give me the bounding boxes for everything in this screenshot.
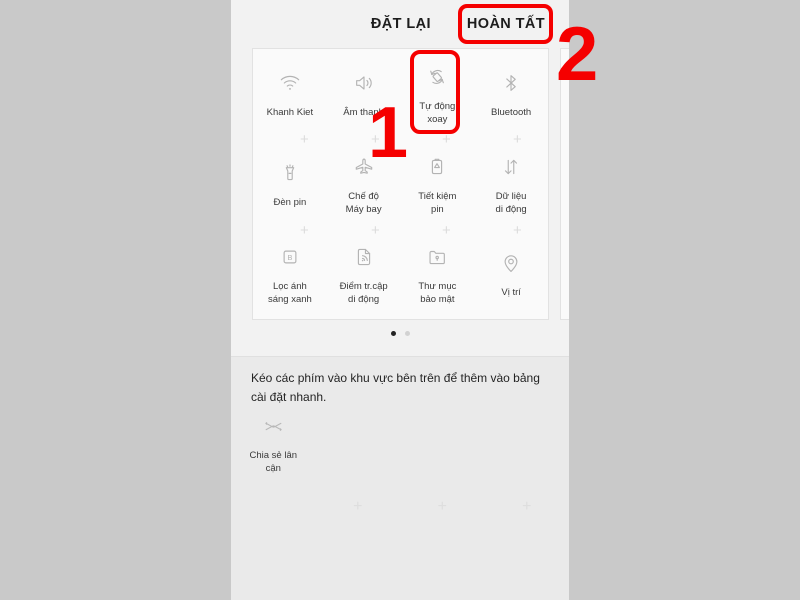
flashlight-icon xyxy=(275,158,305,188)
blue-light-filter-icon: B xyxy=(275,242,305,272)
secure-folder-icon xyxy=(422,242,452,272)
wifi-icon xyxy=(275,68,305,98)
drag-hint-text: Kéo các phím vào khu vực bên trên để thê… xyxy=(251,371,540,404)
qs-tile-label: Đèn pin xyxy=(273,197,307,209)
auto-rotate-icon xyxy=(422,62,452,92)
qs-tile-label: Âm thanh xyxy=(343,107,384,119)
nearby-share-icon xyxy=(259,412,287,440)
quick-settings-editor-card: Khanh Kiet Âm thanh Tự động xoay Bluetooth Đ… xyxy=(252,48,549,320)
qs-tile-blue-light-filter[interactable]: B Lọc ánh sáng xanh xyxy=(253,229,327,319)
qs-tile-flashlight[interactable]: Đèn pin xyxy=(253,139,327,229)
page-dot-1[interactable] xyxy=(390,331,396,336)
qs-tile-label: Bluetooth xyxy=(491,107,532,119)
tray-empty-slot xyxy=(485,412,570,475)
quick-settings-next-page-peek[interactable] xyxy=(560,48,569,320)
qs-tile-label: Khanh Kiet xyxy=(266,107,314,119)
qs-tile-mobile-data[interactable]: Dữ liệu di động xyxy=(474,139,548,229)
phone-screen: ĐẶT LẠI HOÀN TẤT Khanh Kiet Âm thanh Tự độ… xyxy=(231,0,569,600)
qs-tile-auto-rotate[interactable]: Tự động xoay xyxy=(401,49,475,139)
qs-tile-label: Điểm tr.cập di động xyxy=(339,280,388,305)
row-separator-plus: + xyxy=(300,131,309,148)
row-separator-plus: + xyxy=(442,222,451,239)
tray-placeholder-slot[interactable]: + xyxy=(485,493,570,515)
tray-empty-slot xyxy=(231,493,316,515)
available-tile-nearby-share[interactable]: Chia sẻ lân cận xyxy=(231,412,316,475)
qs-tile-bluetooth[interactable]: Bluetooth xyxy=(474,49,548,139)
row-separator-plus: + xyxy=(513,222,522,239)
page-indicator xyxy=(231,331,569,336)
qs-tile-battery-saver[interactable]: Tiết kiệm pin xyxy=(401,139,475,229)
hotspot-icon xyxy=(349,242,379,272)
mobile-data-icon xyxy=(496,152,526,182)
airplane-icon xyxy=(349,152,379,182)
qs-tile-label: Vị trí xyxy=(501,287,521,299)
qs-tile-airplane[interactable]: Chế độ Máy bay xyxy=(327,139,401,229)
available-tile-label: Chia sẻ lân cận xyxy=(249,450,298,474)
qs-tile-secure-folder[interactable]: Thư mục bảo mật xyxy=(401,229,475,319)
qs-tile-label: Tự động xoay xyxy=(419,100,456,125)
battery-saver-icon xyxy=(422,152,452,182)
available-tiles-grid: Chia sẻ lân cận + + + xyxy=(231,412,569,515)
bluetooth-icon xyxy=(496,68,526,98)
row-separator-plus: + xyxy=(442,131,451,148)
qs-tile-label: Tiết kiệm pin xyxy=(418,190,457,215)
row-separator-plus: + xyxy=(371,131,380,148)
qs-tile-wifi[interactable]: Khanh Kiet xyxy=(253,49,327,139)
qs-tile-label: Thư mục bảo mật xyxy=(418,280,457,305)
tray-placeholder-slot[interactable]: + xyxy=(400,493,485,515)
done-button[interactable]: HOÀN TẤT xyxy=(461,12,551,36)
page-dot-2[interactable] xyxy=(404,331,410,336)
row-separator-plus: + xyxy=(371,222,380,239)
sound-icon xyxy=(349,68,379,98)
available-tiles-area: Kéo các phím vào khu vực bên trên để thê… xyxy=(231,357,569,600)
row-separator-plus: + xyxy=(513,131,522,148)
qs-tile-label: Dữ liệu di động xyxy=(495,190,527,215)
tray-empty-slot xyxy=(400,412,485,475)
location-icon xyxy=(496,248,526,278)
tray-placeholder-slot[interactable]: + xyxy=(316,493,401,515)
qs-tile-label: Chế độ Máy bay xyxy=(345,190,382,215)
action-bar: ĐẶT LẠI HOÀN TẤT xyxy=(231,0,569,48)
qs-tile-location[interactable]: Vị trí xyxy=(474,229,548,319)
qs-tile-label: Lọc ánh sáng xanh xyxy=(267,280,312,305)
qs-tile-sound[interactable]: Âm thanh xyxy=(327,49,401,139)
svg-text:B: B xyxy=(287,253,292,262)
qs-tile-hotspot[interactable]: Điểm tr.cập di động xyxy=(327,229,401,319)
quick-settings-grid: Khanh Kiet Âm thanh Tự động xoay Bluetooth Đ… xyxy=(253,49,548,319)
row-separator-plus: + xyxy=(300,222,309,239)
reset-button[interactable]: ĐẶT LẠI xyxy=(365,12,437,36)
tray-empty-slot xyxy=(316,412,401,475)
